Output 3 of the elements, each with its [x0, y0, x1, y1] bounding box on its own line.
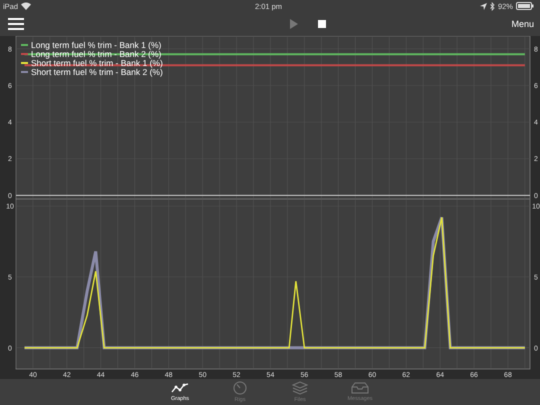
legend-label: Long term fuel % trim - Bank 2 (%) [31, 49, 162, 59]
legend-label: Short term fuel % trim - Bank 2 (%) [31, 67, 163, 77]
legend-label: Long term fuel % trim - Bank 1 (%) [31, 40, 162, 50]
